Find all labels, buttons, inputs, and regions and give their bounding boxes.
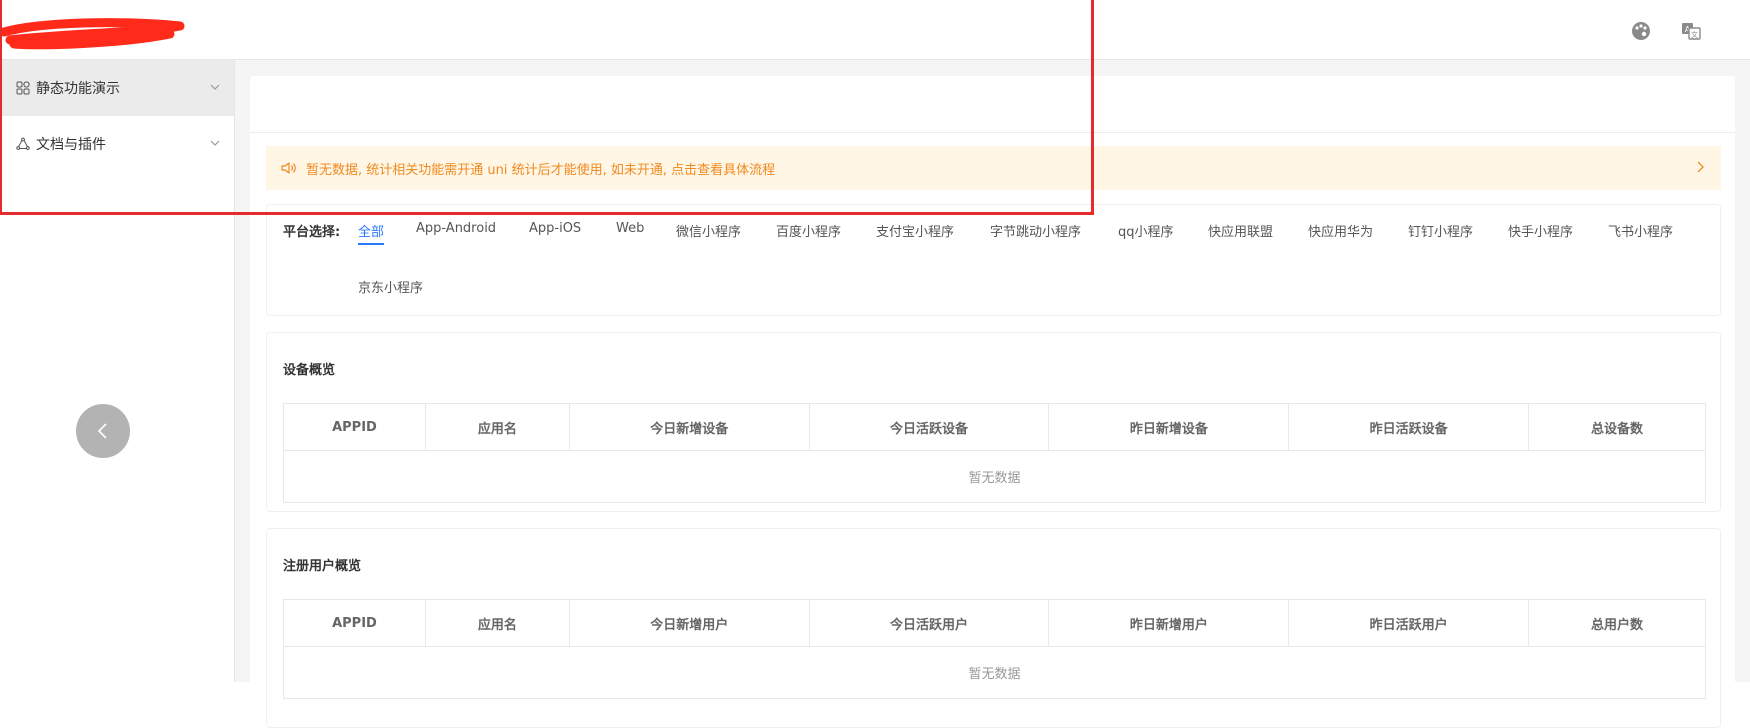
platform-selector: 平台选择: 全部 App-Android App-iOS Web 微信小程序 百… [266,204,1721,316]
sidebar-item-label: 文档与插件 [36,137,106,153]
platform-label: 平台选择: [283,225,341,240]
tab-kuaishou[interactable]: 快手小程序 [1508,221,1573,243]
column-header[interactable]: 昨日新增用户 [1048,599,1290,647]
panel-title: 设备概览 [283,363,336,378]
column-header[interactable]: 今日活跃设备 [808,403,1050,451]
tab-jd[interactable]: 京东小程序 [358,277,423,299]
chevron-down-icon [208,80,222,94]
table-row: 暂无数据 [283,450,1706,503]
grid-apps-icon [16,81,30,95]
device-overview-panel: 设备概览 APPID 应用名 今日新增设备 今日活跃设备 昨日新增设备 昨日活跃… [266,332,1721,512]
tab-baidu[interactable]: 百度小程序 [776,221,841,243]
column-header[interactable]: 昨日新增设备 [1048,403,1290,451]
device-overview-table: APPID 应用名 今日新增设备 今日活跃设备 昨日新增设备 昨日活跃设备 总设… [283,403,1706,503]
sidebar-item-label: 静态功能演示 [36,81,120,97]
user-overview-panel: 注册用户概览 APPID 应用名 今日新增用户 今日活跃用户 昨日新增用户 昨日… [266,528,1721,728]
tab-alipay[interactable]: 支付宝小程序 [876,221,954,243]
top-navbar: A 文 [0,0,1750,60]
sidebar-item-docs-plugins[interactable]: 文档与插件 [0,116,234,172]
plugin-icon [16,137,30,151]
column-header[interactable]: 应用名 [424,599,570,647]
card-header [250,76,1735,133]
chevron-left-icon [97,423,107,439]
column-header[interactable]: 总设备数 [1528,403,1706,451]
palette-icon[interactable] [1630,20,1652,42]
user-overview-table: APPID 应用名 今日新增用户 今日活跃用户 昨日新增用户 昨日活跃用户 总用… [283,599,1706,699]
column-header[interactable]: 今日新增用户 [568,599,810,647]
main-content: 暂无数据, 统计相关功能需开通 uni 统计后才能使用, 如未开通, 点击查看具… [235,60,1750,728]
column-header[interactable]: APPID [283,403,426,451]
panel-title: 注册用户概览 [283,559,362,574]
column-header[interactable]: 总用户数 [1528,599,1706,647]
tab-app-android[interactable]: App-Android [416,221,496,239]
tab-feishu[interactable]: 飞书小程序 [1608,221,1673,243]
column-header[interactable]: 应用名 [424,403,570,451]
chevron-down-icon [208,136,222,150]
tab-qq[interactable]: qq小程序 [1118,221,1174,243]
tab-weixin[interactable]: 微信小程序 [676,221,741,243]
sidebar-item-static-demo[interactable]: 静态功能演示 [0,60,234,116]
notice-text: 暂无数据, 统计相关功能需开通 uni 统计后才能使用, 如未开通, 点击查看具… [306,162,776,178]
table-row: 暂无数据 [283,646,1706,699]
tab-web[interactable]: Web [616,221,644,239]
tab-quickapp-huawei[interactable]: 快应用华为 [1308,221,1373,243]
tab-all[interactable]: 全部 [358,221,385,245]
tab-bytedance[interactable]: 字节跳动小程序 [990,221,1081,243]
translate-icon[interactable]: A 文 [1680,20,1702,42]
sidebar: 静态功能演示 文档与插件 [0,60,235,682]
content-card: 暂无数据, 统计相关功能需开通 uni 统计后才能使用, 如未开通, 点击查看具… [250,76,1735,728]
svg-text:文: 文 [1691,30,1698,39]
column-header[interactable]: 今日活跃用户 [808,599,1050,647]
empty-state-text: 暂无数据 [283,646,1706,699]
empty-state-text: 暂无数据 [283,450,1706,503]
column-header[interactable]: 昨日活跃设备 [1288,403,1530,451]
sidebar-collapse-button[interactable] [76,404,130,458]
table-header-row: APPID 应用名 今日新增用户 今日活跃用户 昨日新增用户 昨日活跃用户 总用… [283,599,1706,647]
redacted-logo [0,18,185,50]
column-header[interactable]: 昨日活跃用户 [1288,599,1530,647]
table-header-row: APPID 应用名 今日新增设备 今日活跃设备 昨日新增设备 昨日活跃设备 总设… [283,403,1706,451]
column-header[interactable]: 今日新增设备 [568,403,810,451]
speaker-icon [280,159,298,177]
tab-dingtalk[interactable]: 钉钉小程序 [1408,221,1473,243]
notice-bar[interactable]: 暂无数据, 统计相关功能需开通 uni 统计后才能使用, 如未开通, 点击查看具… [266,146,1721,190]
chevron-right-icon [1693,160,1707,174]
tab-quickapp-union[interactable]: 快应用联盟 [1208,221,1273,243]
column-header[interactable]: APPID [283,599,426,647]
tab-app-ios[interactable]: App-iOS [529,221,581,239]
